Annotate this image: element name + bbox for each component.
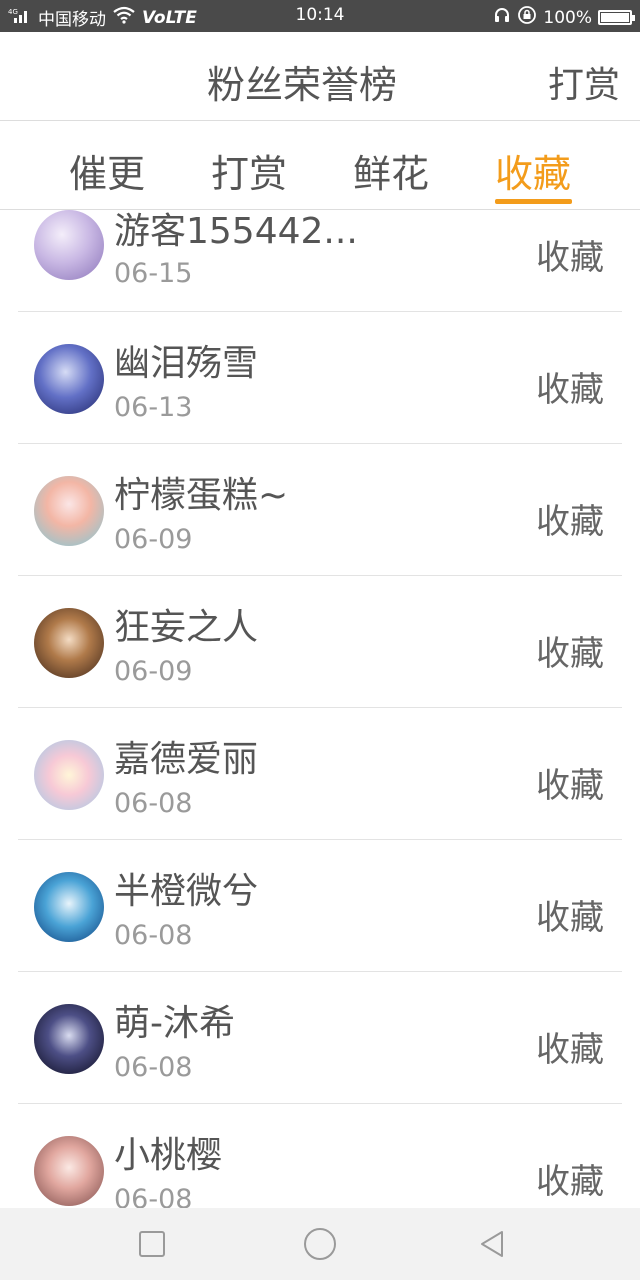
avatar[interactable] xyxy=(34,210,104,280)
fan-action: 收藏 xyxy=(536,1162,604,1202)
avatar[interactable] xyxy=(34,608,104,678)
status-bar: 4G 中国移动 VoLTE 10:14 100% xyxy=(0,0,640,32)
fan-name: 小桃樱 xyxy=(114,1135,223,1176)
tab-collect[interactable]: 收藏 xyxy=(483,143,583,198)
fan-action: 收藏 xyxy=(536,370,604,410)
headphones-icon xyxy=(493,6,511,29)
tab-reward[interactable]: 打赏 xyxy=(199,143,299,198)
list-item[interactable]: 游客155442... 06-15 收藏 xyxy=(18,210,622,312)
tab-flowers[interactable]: 鲜花 xyxy=(341,143,441,198)
system-nav-bar xyxy=(0,1208,640,1280)
list-item[interactable]: 嘉德爱丽 06-08 收藏 xyxy=(18,708,622,840)
tab-bar: 催更 打赏 鲜花 收藏 xyxy=(0,121,640,210)
home-button[interactable] xyxy=(302,1226,338,1262)
page-title: 粉丝荣誉榜 xyxy=(206,63,397,107)
fan-action: 收藏 xyxy=(536,898,604,938)
fan-action: 收藏 xyxy=(536,238,604,278)
list-item[interactable]: 萌-沐希 06-08 收藏 xyxy=(18,972,622,1104)
rotation-lock-icon xyxy=(517,5,537,30)
avatar[interactable] xyxy=(34,1004,104,1074)
back-button[interactable] xyxy=(476,1228,508,1260)
battery-icon xyxy=(598,10,635,25)
avatar[interactable] xyxy=(34,476,104,546)
list-item[interactable]: 幽泪殇雪 06-13 收藏 xyxy=(18,312,622,444)
square-icon xyxy=(139,1231,165,1257)
title-bar: 粉丝荣誉榜 打赏 xyxy=(0,32,640,121)
fan-action: 收藏 xyxy=(536,634,604,674)
fan-date: 06-08 xyxy=(114,920,193,951)
fan-date: 06-13 xyxy=(114,392,193,423)
list-item[interactable]: 小桃樱 06-08 收藏 xyxy=(18,1104,622,1208)
reward-button[interactable]: 打赏 xyxy=(548,56,620,108)
fan-date: 06-08 xyxy=(114,1052,193,1083)
fan-date: 06-09 xyxy=(114,656,193,687)
fan-name: 狂妄之人 xyxy=(114,607,259,648)
list-item[interactable]: 柠檬蛋糕~ 06-09 收藏 xyxy=(18,444,622,576)
battery-percent: 100% xyxy=(543,7,592,28)
fan-name: 柠檬蛋糕~ xyxy=(114,475,289,516)
triangle-back-icon xyxy=(481,1231,503,1257)
fan-date: 06-08 xyxy=(114,1184,193,1208)
fan-name: 幽泪殇雪 xyxy=(114,343,259,384)
fan-name: 游客155442... xyxy=(114,211,358,252)
avatar[interactable] xyxy=(34,1136,104,1206)
fan-name: 萌-沐希 xyxy=(114,1003,235,1044)
fan-action: 收藏 xyxy=(536,766,604,806)
avatar[interactable] xyxy=(34,740,104,810)
fan-list[interactable]: 游客155442... 06-15 收藏 幽泪殇雪 06-13 收藏 柠檬蛋糕~… xyxy=(0,210,640,1208)
fan-name: 嘉德爱丽 xyxy=(114,739,259,780)
recent-apps-button[interactable] xyxy=(136,1228,168,1260)
status-right: 100% xyxy=(493,5,635,30)
active-tab-indicator xyxy=(495,199,572,204)
list-item[interactable]: 半橙微兮 06-08 收藏 xyxy=(18,840,622,972)
avatar[interactable] xyxy=(34,344,104,414)
avatar[interactable] xyxy=(34,872,104,942)
fan-action: 收藏 xyxy=(536,1030,604,1070)
list-item[interactable]: 狂妄之人 06-09 收藏 xyxy=(18,576,622,708)
fan-date: 06-08 xyxy=(114,788,193,819)
circle-icon xyxy=(304,1228,336,1260)
fan-date: 06-15 xyxy=(114,258,193,289)
fan-name: 半橙微兮 xyxy=(114,871,259,912)
fan-action: 收藏 xyxy=(536,502,604,542)
fan-date: 06-09 xyxy=(114,524,193,555)
tab-urge[interactable]: 催更 xyxy=(57,143,157,198)
